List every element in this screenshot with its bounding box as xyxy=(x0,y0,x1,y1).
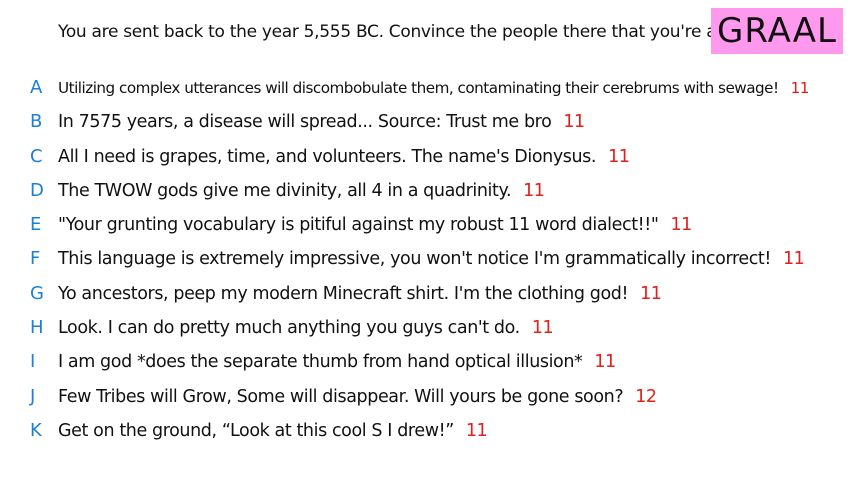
response-row: K Get on the ground, “Look at this cool … xyxy=(0,413,853,447)
response-letter: J xyxy=(30,385,36,407)
response-text: Few Tribes will Grow, Some will disappea… xyxy=(58,386,624,407)
response-row: F This language is extremely impressive,… xyxy=(0,241,853,275)
response-letter: K xyxy=(30,419,42,441)
response-letter: A xyxy=(30,77,43,98)
response-letter: G xyxy=(30,282,44,304)
response-row: A Utilizing complex utterances will disc… xyxy=(0,70,853,104)
response-letter: C xyxy=(30,145,43,167)
word-count: 11 xyxy=(594,352,616,373)
word-count: 11 xyxy=(531,318,554,339)
word-count: 11 xyxy=(783,249,805,270)
response-row: I I am god *does the separate thumb from… xyxy=(0,344,853,378)
word-count: 11 xyxy=(465,420,488,441)
response-letter: D xyxy=(30,179,44,201)
word-count: 11 xyxy=(523,180,545,201)
response-text: "Your grunting vocabulary is pitiful aga… xyxy=(58,215,659,236)
response-text: I am god *does the separate thumb from h… xyxy=(58,352,583,373)
word-count: 11 xyxy=(608,146,630,167)
prompt-text: You are sent back to the year 5,555 BC. … xyxy=(58,22,758,42)
response-letter: B xyxy=(30,111,43,133)
word-count: 11 xyxy=(640,283,662,304)
response-row: C All I need is grapes, time, and volunt… xyxy=(0,139,853,173)
graal-badge: GRAAL xyxy=(711,8,843,54)
response-text: In 7575 years, a disease will spread... … xyxy=(58,112,552,133)
response-letter: I xyxy=(30,351,36,373)
response-row: E "Your grunting vocabulary is pitiful a… xyxy=(0,207,853,241)
word-count: 11 xyxy=(563,112,585,133)
response-text: Get on the ground, “Look at this cool S … xyxy=(58,420,454,441)
response-row: B In 7575 years, a disease will spread..… xyxy=(0,104,853,138)
response-list: A Utilizing complex utterances will disc… xyxy=(0,70,853,447)
response-text: All I need is grapes, time, and voluntee… xyxy=(58,146,597,167)
response-text: This language is extremely impressive, y… xyxy=(58,249,772,270)
response-text: Utilizing complex utterances will discom… xyxy=(58,79,779,97)
response-row: H Look. I can do pretty much anything yo… xyxy=(0,310,853,344)
word-count: 11 xyxy=(790,79,810,97)
response-letter: H xyxy=(30,317,44,339)
response-letter: F xyxy=(30,248,41,270)
response-row: D The TWOW gods give me divinity, all 4 … xyxy=(0,173,853,207)
word-count: 12 xyxy=(635,386,657,407)
response-letter: E xyxy=(30,214,42,236)
response-row: G Yo ancestors, peep my modern Minecraft… xyxy=(0,276,853,310)
response-text: The TWOW gods give me divinity, all 4 in… xyxy=(58,180,512,201)
response-row: J Few Tribes will Grow, Some will disapp… xyxy=(0,379,853,413)
response-text: Look. I can do pretty much anything you … xyxy=(58,318,520,339)
response-text: Yo ancestors, peep my modern Minecraft s… xyxy=(58,283,629,304)
word-count: 11 xyxy=(670,215,693,236)
